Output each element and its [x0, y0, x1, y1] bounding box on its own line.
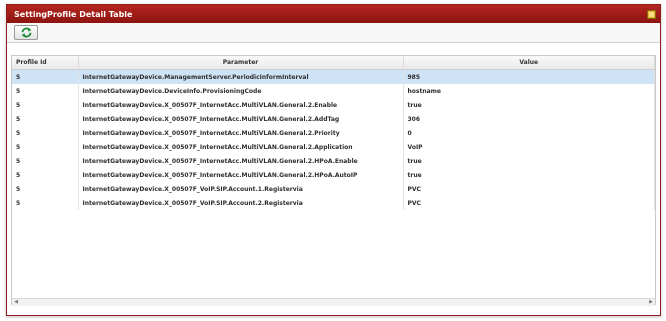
- value-cell: true: [403, 168, 655, 182]
- table-row[interactable]: 5 InternetGatewayDevice.DeviceInfo.Provi…: [12, 84, 655, 98]
- scroll-left-icon[interactable]: ◀: [12, 299, 20, 306]
- parameter-cell: InternetGatewayDevice.X_00507F_VoIP.SIP.…: [78, 196, 404, 210]
- profile-id-cell: 5: [12, 182, 79, 196]
- table-row[interactable]: 5 InternetGatewayDevice.X_00507F_Interne…: [12, 154, 655, 168]
- settingprofile-detail-window: SettingProfile Detail Table Profile Id P…: [6, 4, 661, 316]
- refresh-button[interactable]: [14, 25, 38, 40]
- profile-id-cell: 5: [12, 196, 79, 210]
- table-header-row: Profile Id Parameter Value: [12, 56, 655, 70]
- value-cell: PVC: [403, 196, 655, 210]
- value-cell: hostname: [403, 84, 655, 98]
- profile-id-cell: 5: [12, 168, 79, 182]
- scroll-right-icon[interactable]: ▶: [647, 299, 655, 306]
- column-header-parameter[interactable]: Parameter: [78, 56, 404, 70]
- window-title: SettingProfile Detail Table: [14, 9, 133, 19]
- profile-id-cell: 5: [12, 126, 79, 140]
- value-cell: 985: [403, 69, 655, 84]
- parameter-cell: InternetGatewayDevice.DeviceInfo.Provisi…: [78, 84, 404, 98]
- value-cell: VoIP: [403, 140, 655, 154]
- table-row[interactable]: 5 InternetGatewayDevice.X_00507F_Interne…: [12, 140, 655, 154]
- maximize-icon[interactable]: [647, 9, 656, 19]
- parameter-cell: InternetGatewayDevice.X_00507F_VoIP.SIP.…: [78, 182, 404, 196]
- detail-grid: Profile Id Parameter Value 5 InternetGat…: [11, 55, 656, 305]
- table-row[interactable]: 5 InternetGatewayDevice.X_00507F_VoIP.SI…: [12, 182, 655, 196]
- parameter-cell: InternetGatewayDevice.X_00507F_InternetA…: [78, 154, 404, 168]
- parameter-cell: InternetGatewayDevice.X_00507F_InternetA…: [78, 140, 404, 154]
- table-row[interactable]: 5 InternetGatewayDevice.X_00507F_Interne…: [12, 126, 655, 140]
- table-row[interactable]: 5 InternetGatewayDevice.X_00507F_Interne…: [12, 168, 655, 182]
- refresh-icon: [21, 27, 31, 38]
- parameter-cell: InternetGatewayDevice.X_00507F_InternetA…: [78, 126, 404, 140]
- parameter-cell: InternetGatewayDevice.X_00507F_InternetA…: [78, 98, 404, 112]
- table-row[interactable]: 5 InternetGatewayDevice.X_00507F_VoIP.SI…: [12, 196, 655, 210]
- column-header-value[interactable]: Value: [403, 56, 655, 70]
- parameter-cell: InternetGatewayDevice.ManagementServer.P…: [78, 69, 404, 84]
- value-cell: 0: [403, 126, 655, 140]
- parameter-cell: InternetGatewayDevice.X_00507F_InternetA…: [78, 112, 404, 126]
- value-cell: true: [403, 154, 655, 168]
- column-header-profile-id[interactable]: Profile Id: [12, 56, 79, 70]
- profile-id-cell: 5: [12, 140, 79, 154]
- window-titlebar[interactable]: SettingProfile Detail Table: [7, 5, 660, 23]
- value-cell: 306: [403, 112, 655, 126]
- detail-table: Profile Id Parameter Value 5 InternetGat…: [12, 56, 655, 210]
- value-cell: true: [403, 98, 655, 112]
- profile-id-cell: 5: [12, 84, 79, 98]
- toolbar: [7, 23, 660, 43]
- parameter-cell: InternetGatewayDevice.X_00507F_InternetA…: [78, 168, 404, 182]
- profile-id-cell: 5: [12, 112, 79, 126]
- profile-id-cell: 5: [12, 154, 79, 168]
- profile-id-cell: 5: [12, 98, 79, 112]
- table-row[interactable]: 5 InternetGatewayDevice.ManagementServer…: [12, 69, 655, 84]
- table-row[interactable]: 5 InternetGatewayDevice.X_00507F_Interne…: [12, 98, 655, 112]
- table-row[interactable]: 5 InternetGatewayDevice.X_00507F_Interne…: [12, 112, 655, 126]
- profile-id-cell: 5: [12, 69, 79, 84]
- value-cell: PVC: [403, 182, 655, 196]
- horizontal-scrollbar[interactable]: ◀ ▶: [12, 298, 655, 306]
